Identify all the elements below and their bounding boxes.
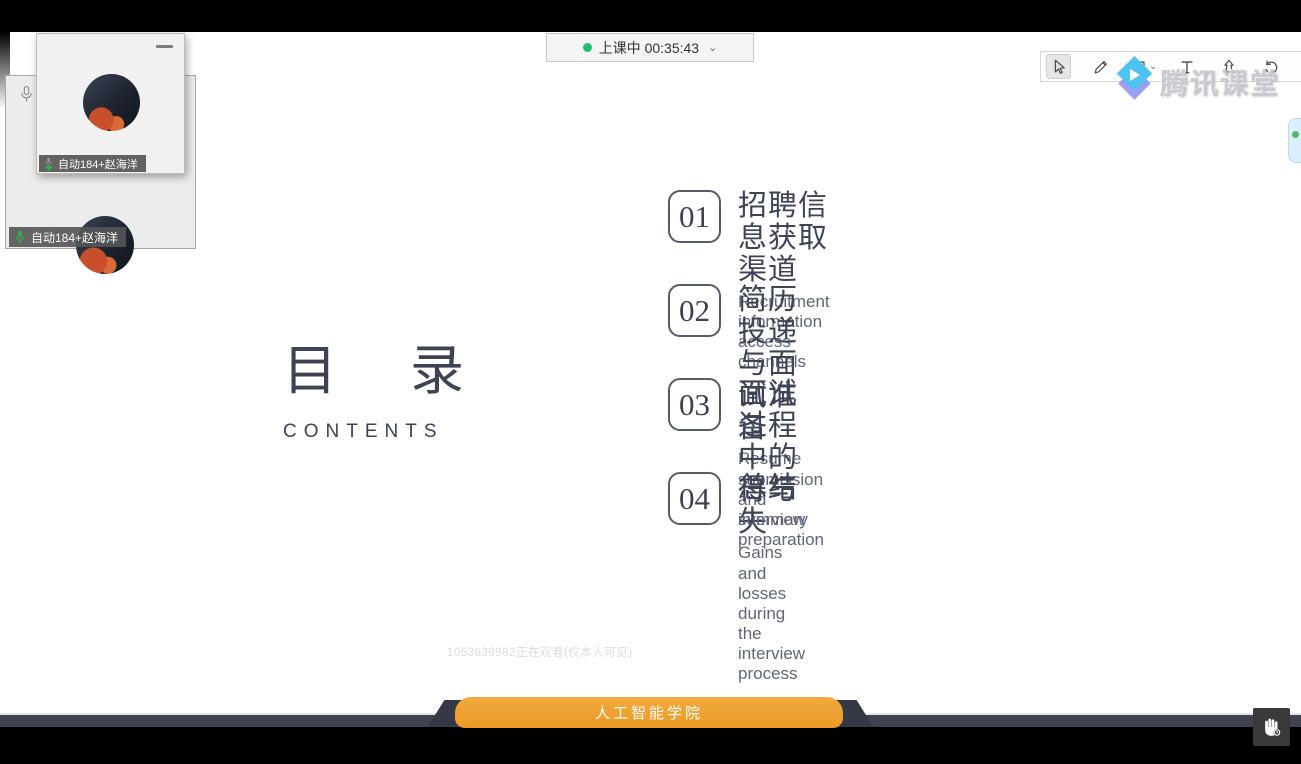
laser-pointer-button[interactable]	[1216, 54, 1241, 79]
minimize-button[interactable]	[156, 45, 173, 48]
participant-name: 自动184+赵海洋	[58, 156, 138, 172]
footer-banner: 人工智能学院	[455, 697, 843, 728]
toc-number-box: 04	[668, 472, 721, 525]
toc-item-subtitle: summary	[738, 510, 808, 530]
select-tool-button[interactable]	[1046, 54, 1071, 79]
toc-item-subtitle: Gains and losses during the interview pr…	[738, 543, 805, 683]
participant-name-tag: 自动184+赵海洋	[39, 155, 146, 172]
toc-item-3: 03 面试过程中的得与失 Gains and losses during the…	[668, 378, 805, 684]
status-label: 上课中	[599, 40, 641, 56]
laser-pointer-icon	[1220, 58, 1238, 76]
toc-title-en: CONTENTS	[283, 421, 476, 443]
toc-heading: 目 录 CONTENTS	[283, 326, 476, 443]
viewer-watermark: 1053639982正在观看(仅本人可见)	[447, 644, 633, 660]
undo-button[interactable]	[1258, 54, 1283, 79]
toc-item-4: 04 总结 summary	[668, 472, 808, 530]
collapsed-side-widget[interactable]	[1288, 118, 1301, 163]
class-status-text: 上课中 00:35:43	[599, 38, 699, 58]
chevron-down-icon[interactable]: ⌄	[708, 41, 717, 54]
text-icon	[1178, 58, 1196, 76]
participant-name-tag: 自动184+赵海洋	[9, 227, 126, 247]
chevron-down-icon[interactable]: ⌄	[1149, 61, 1157, 72]
annotation-toolbar: ⌄	[1040, 51, 1301, 82]
mic-active-icon	[14, 230, 26, 245]
mic-status-icon	[44, 157, 53, 171]
pencil-icon	[1092, 58, 1110, 76]
pen-tool-button[interactable]	[1088, 54, 1113, 79]
class-status-pill[interactable]: 上课中 00:35:43 ⌄	[546, 33, 754, 62]
toc-number-box: 01	[668, 190, 721, 243]
shape-tool-button[interactable]: ⌄	[1130, 58, 1157, 76]
video-popup-window[interactable]: 自动184+赵海洋	[36, 33, 185, 174]
microphone-icon	[19, 85, 34, 109]
toc-item-title: 招聘信息获取渠道	[738, 191, 830, 287]
toc-number-box: 02	[668, 284, 721, 337]
toc-title-cn: 目 录	[283, 326, 476, 405]
avatar	[83, 74, 140, 131]
participant-name: 自动184+赵海洋	[31, 229, 118, 246]
text-tool-button[interactable]	[1174, 54, 1199, 79]
rectangle-shape-icon	[1130, 58, 1148, 76]
app-window: 目 录 CONTENTS 01 招聘信息获取渠道 Recruitment inf…	[0, 0, 1301, 764]
sprout-icon	[1292, 131, 1299, 138]
raise-hand-button[interactable]	[1253, 708, 1290, 746]
live-status-dot	[583, 43, 592, 52]
hand-icon	[1261, 716, 1283, 738]
toc-item-title: 总结	[738, 473, 808, 505]
toc-number-box: 03	[668, 378, 721, 431]
cursor-icon	[1050, 58, 1068, 76]
class-timer: 00:35:43	[645, 40, 700, 56]
undo-icon	[1262, 58, 1280, 76]
